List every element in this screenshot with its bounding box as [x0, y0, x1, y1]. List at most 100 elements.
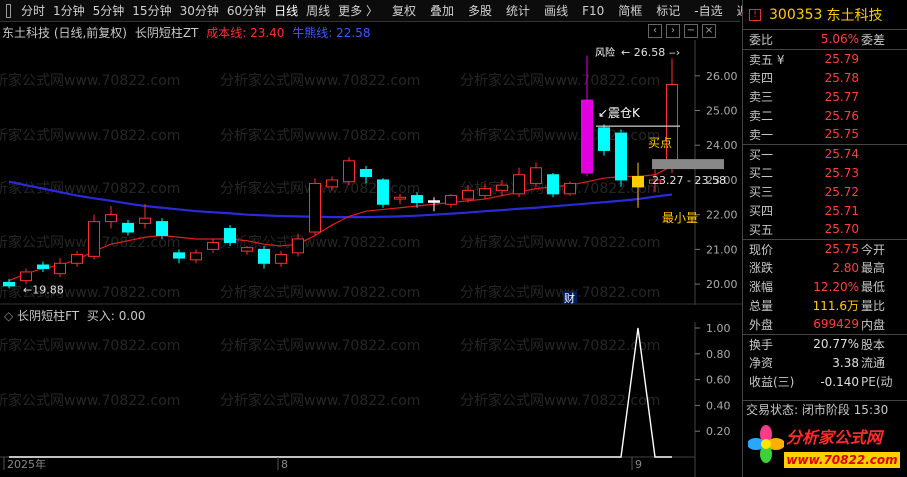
stat-value: 12.20%: [813, 279, 859, 294]
stat-label: 量比: [861, 299, 886, 314]
candle-body: [581, 99, 593, 174]
candle-body: [445, 195, 457, 205]
stat-row: 外盘 699429 内盘: [743, 315, 907, 334]
trading-status: 交易状态: 闭市阶段 15:30: [742, 400, 907, 418]
indicator-name[interactable]: 长阴短柱ZT: [135, 26, 199, 40]
low-price-label: ←19.88: [23, 283, 64, 296]
bid-label: 买一: [749, 147, 774, 162]
tool-5[interactable]: F10: [578, 0, 608, 22]
scroll-right-icon[interactable]: ›: [666, 24, 680, 38]
candle-body: [598, 127, 610, 151]
stat-label: 总量: [749, 299, 774, 314]
tab-daily[interactable]: 日线: [270, 0, 302, 22]
tab-3[interactable]: 15分钟: [128, 0, 175, 22]
tab-more[interactable]: 更多 〉: [334, 0, 382, 22]
stat-label: 流通: [861, 356, 886, 371]
logo-title: 分析家公式网: [786, 428, 883, 447]
weicha-label: 委差: [861, 32, 886, 47]
y-tick-label: 0.80: [706, 348, 731, 361]
candle-body: [241, 247, 253, 252]
tab-5[interactable]: 60分钟: [223, 0, 270, 22]
candle-body: [71, 254, 83, 264]
tool-4[interactable]: 画线: [540, 0, 572, 22]
ask-label: 卖五 ¥: [749, 52, 785, 67]
stat-value: 699429: [813, 317, 859, 332]
stat-value: 25.75: [824, 242, 859, 257]
weibi-row: 委比 5.06% 委差: [743, 30, 907, 49]
tool-6[interactable]: 简框: [614, 0, 646, 22]
stat-label: 涨跌: [749, 261, 774, 276]
stat-value: 3.38: [832, 355, 859, 370]
ask-row: 卖四 25.78: [743, 69, 907, 88]
stat-row: 涨跌 2.80 最高: [743, 259, 907, 278]
stat-label: 外盘: [749, 317, 774, 332]
candle-body: [309, 182, 321, 233]
y-tick-label: 22.00: [706, 209, 738, 222]
x-tick-label: 9: [635, 458, 642, 471]
candle-body: [513, 174, 525, 195]
tab-4[interactable]: 30分钟: [176, 0, 223, 22]
layout-grid-icon[interactable]: [6, 3, 11, 18]
stat-row: 换手 20.77% 股本: [743, 335, 907, 354]
weibi-label: 委比: [749, 32, 774, 47]
stat-label: PE(动: [861, 375, 893, 390]
zhencang-k-label: ↙震仓K: [598, 106, 641, 120]
candle-body: [615, 132, 627, 181]
candle-body: [377, 179, 389, 205]
ask-row: 卖一 25.75: [743, 125, 907, 144]
tool-2[interactable]: 多股: [464, 0, 496, 22]
stat-row: 收益(三) -0.140 PE(动: [743, 372, 907, 391]
logo-url: www.70822.com: [784, 452, 900, 468]
y-tick-label: 25.00: [706, 105, 738, 118]
candle-body: [122, 222, 134, 233]
tool-8[interactable]: -自选: [690, 0, 726, 22]
price-chart[interactable]: 26.0025.0024.0023.0022.0021.0020.00 风险 ← …: [0, 40, 742, 305]
buy-signal-value: 买入: 0.00: [86, 309, 146, 323]
stat-label: 内盘: [861, 317, 886, 332]
y-tick-label: 21.00: [706, 243, 738, 256]
candle-body: [547, 174, 559, 195]
tab-1[interactable]: 1分钟: [49, 0, 89, 22]
scroll-left-icon[interactable]: ‹: [648, 24, 662, 38]
ask-row: 卖三 25.77: [743, 87, 907, 106]
stat-value: 20.77%: [813, 337, 859, 352]
candle-body: [411, 195, 423, 204]
candle-body: [496, 184, 508, 191]
bid-label: 买三: [749, 185, 774, 200]
candle-body: [394, 196, 406, 200]
sub-indicator-name[interactable]: 长阴短柱FT: [17, 309, 79, 323]
tool-1[interactable]: 叠加: [426, 0, 458, 22]
stat-row: 现价 25.75 今开: [743, 240, 907, 259]
ask-price: 25.76: [824, 108, 859, 123]
tab-weekly[interactable]: 周线: [302, 0, 334, 22]
tool-3[interactable]: 统计: [502, 0, 534, 22]
bid-row: 买一 25.74: [743, 145, 907, 164]
cost-line-value: 成本线: 23.40: [206, 26, 285, 40]
range-bar: [652, 159, 724, 170]
stat-label: 净资: [749, 356, 774, 371]
stat-row: 净资 3.38 流通: [743, 354, 907, 373]
signal-chart[interactable]: 1.00 0.80 0.60 0.40 0.20 2025年 8 9: [0, 322, 742, 477]
candle-body: [3, 281, 15, 287]
y-tick-label: 0.60: [706, 374, 731, 387]
bid-row: 买二 25.73: [743, 164, 907, 183]
tab-2[interactable]: 5分钟: [89, 0, 129, 22]
candle-body: [343, 160, 355, 183]
close-icon[interactable]: ×: [702, 24, 716, 38]
candle-body: [173, 252, 185, 259]
tab-0[interactable]: 分时: [17, 0, 49, 22]
info-icon[interactable]: !: [749, 8, 761, 21]
stat-label: 股本: [861, 337, 886, 352]
minimize-icon[interactable]: −: [684, 24, 698, 38]
ask-row: 卖二 25.76: [743, 106, 907, 125]
stock-name-period: 东土科技 (日线,前复权): [2, 26, 127, 40]
bid-price: 25.74: [824, 147, 859, 162]
candle-body: [37, 264, 49, 269]
tool-0[interactable]: 复权: [388, 0, 420, 22]
bid-price: 25.73: [824, 165, 859, 180]
tool-7[interactable]: 标记: [652, 0, 684, 22]
bid-price: 25.70: [824, 222, 859, 237]
collapse-icon[interactable]: ◇: [4, 309, 13, 323]
bull-line-value: 牛熊线: 22.58: [292, 26, 371, 40]
candle-body: [54, 262, 66, 275]
